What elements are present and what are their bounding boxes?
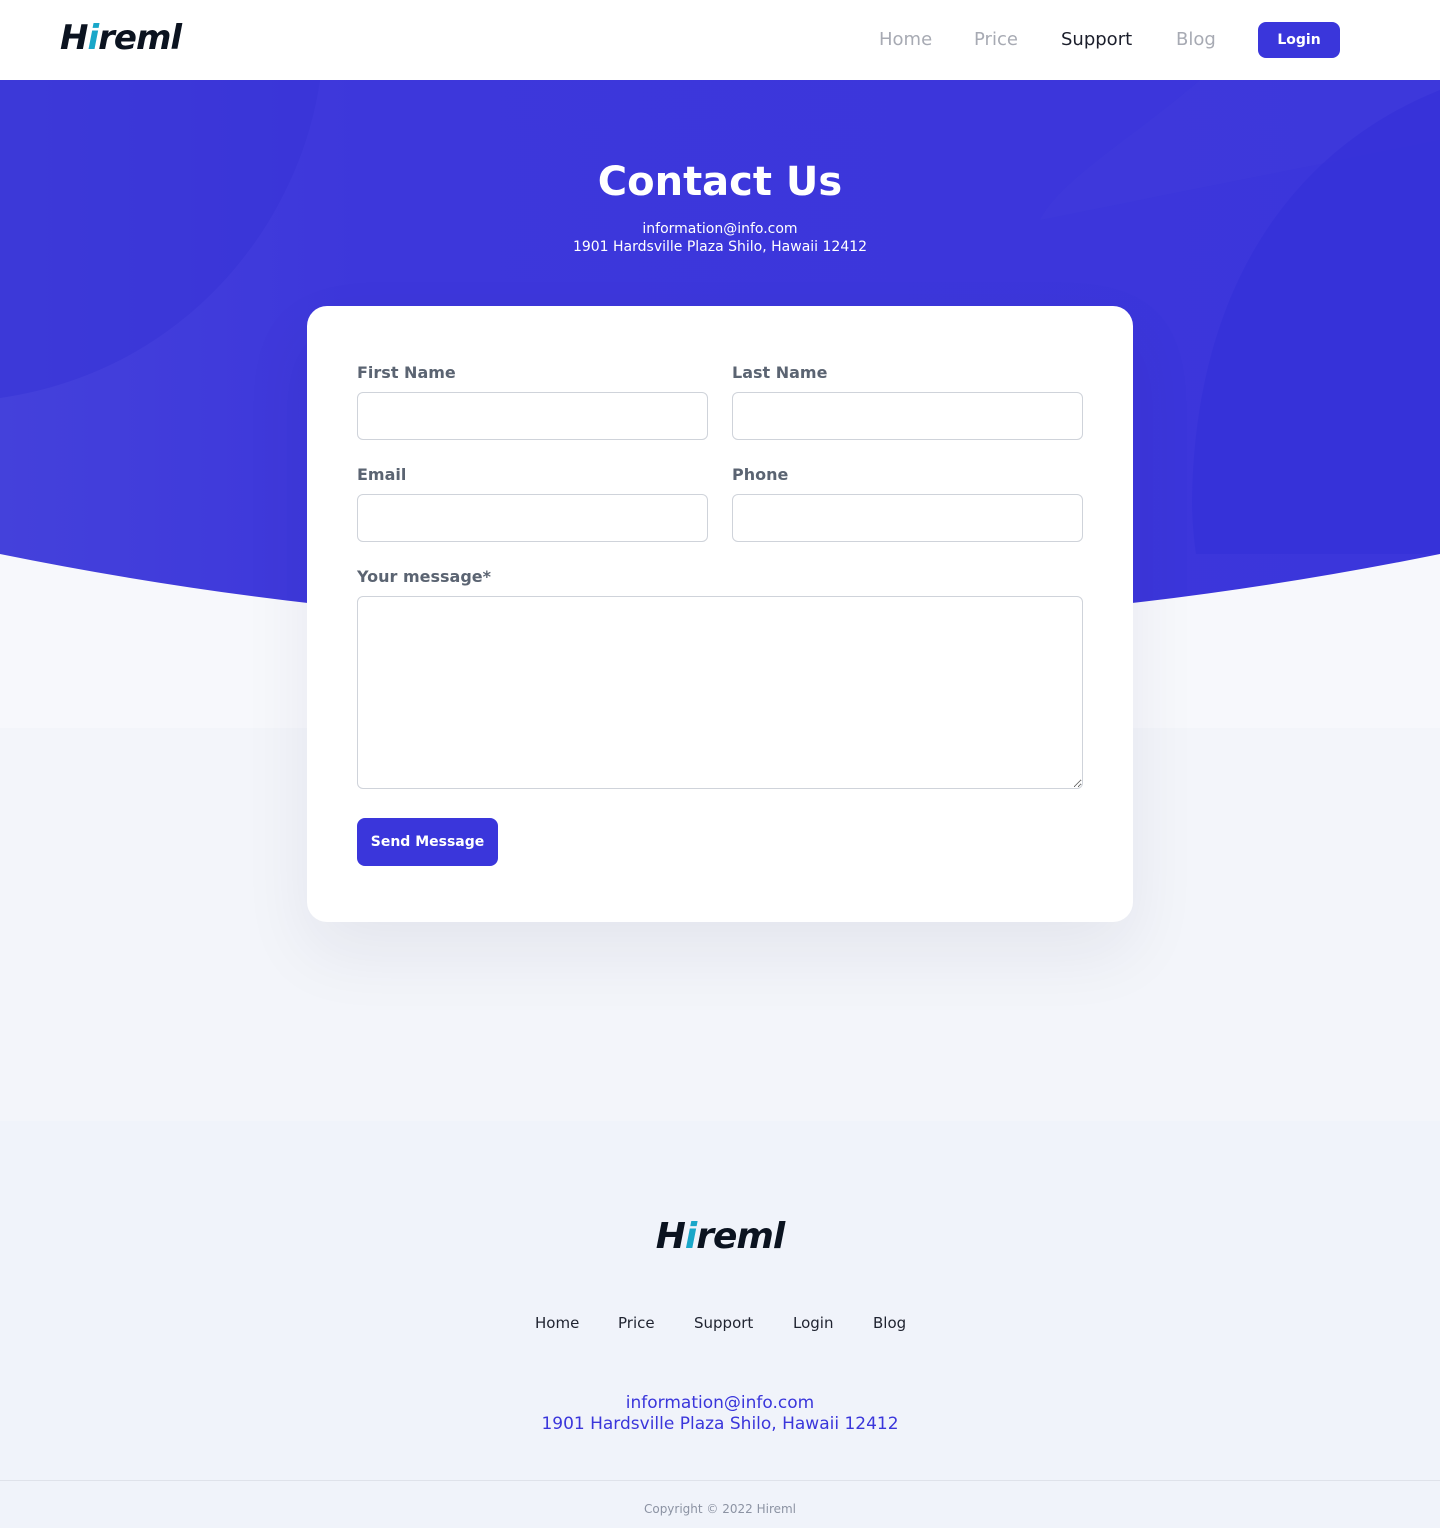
first-name-field[interactable] <box>357 392 708 440</box>
brand-logo[interactable]: Hireml <box>60 16 182 60</box>
footer-link-home[interactable]: Home <box>535 1313 579 1333</box>
footer-logo-text-prefix: H <box>655 1216 686 1257</box>
last-name-label: Last Name <box>732 363 828 382</box>
email-field[interactable] <box>357 494 708 542</box>
footer-link-blog[interactable]: Blog <box>873 1313 906 1333</box>
phone-label: Phone <box>732 465 789 484</box>
footer-logo-text-suffix: reml <box>696 1216 785 1257</box>
first-name-label: First Name <box>357 363 456 382</box>
nav-item-home[interactable]: Home <box>879 27 932 53</box>
phone-field[interactable] <box>732 494 1083 542</box>
site-footer: Hireml Home Price Support Login Blog inf… <box>0 1121 1440 1528</box>
page-title: Contact Us <box>597 159 843 205</box>
copyright-text: Copyright © 2022 Hireml <box>643 1502 797 1516</box>
footer-link-price[interactable]: Price <box>618 1313 655 1333</box>
last-name-field[interactable] <box>732 392 1083 440</box>
login-button[interactable]: Login <box>1258 22 1340 58</box>
nav-item-price[interactable]: Price <box>974 27 1018 53</box>
message-label: Your message* <box>357 567 491 586</box>
contact-form: First Name Last Name Email Phone Your me… <box>307 306 1133 922</box>
footer-nav: Home Price Support Login Blog <box>0 1313 1440 1333</box>
hero-email: information@info.com <box>642 221 798 237</box>
footer-email[interactable]: information@info.com <box>0 1392 1440 1414</box>
logo-accent-i: i <box>87 18 99 58</box>
send-message-button[interactable]: Send Message <box>357 818 498 866</box>
footer-link-login[interactable]: Login <box>793 1313 833 1333</box>
footer-link-support[interactable]: Support <box>694 1313 753 1333</box>
footer-address: 1901 Hardsville Plaza Shilo, Hawaii 1241… <box>541 1414 899 1434</box>
footer-logo[interactable]: Hireml <box>0 1213 1440 1261</box>
email-label: Email <box>357 465 407 484</box>
logo-text-prefix: H <box>60 18 88 58</box>
top-navbar: Hireml Home Price Support Blog Login <box>0 0 1440 80</box>
footer-divider <box>0 1480 1440 1481</box>
message-textarea[interactable] <box>357 596 1083 789</box>
nav-item-blog[interactable]: Blog <box>1176 27 1216 53</box>
hero-address: 1901 Hardsville Plaza Shilo, Hawaii 1241… <box>572 239 868 255</box>
nav-item-support[interactable]: Support <box>1061 27 1132 53</box>
footer-logo-accent-i: i <box>684 1216 697 1257</box>
logo-text-suffix: reml <box>98 18 182 58</box>
